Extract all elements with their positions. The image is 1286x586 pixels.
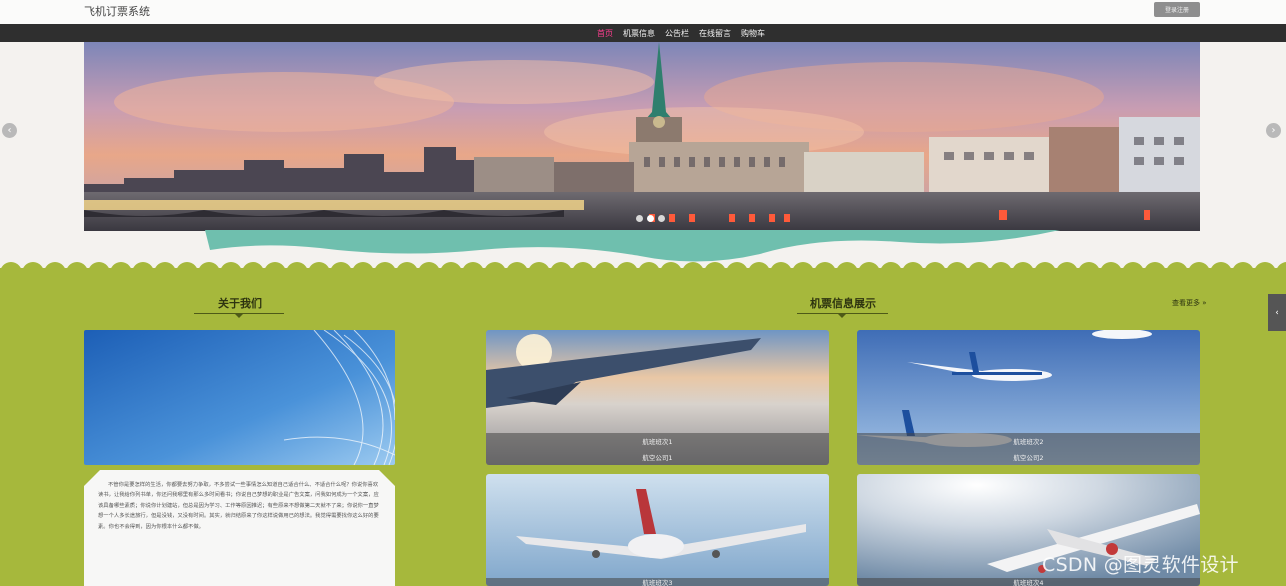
ticket-name: 航班班次1 <box>642 438 673 446</box>
about-title: 关于我们 <box>218 297 262 310</box>
carousel-prev-button[interactable]: ‹ <box>2 123 17 138</box>
carousel-indicators <box>636 215 665 222</box>
carousel-next-button[interactable]: › <box>1266 123 1281 138</box>
scallop-border <box>0 262 1286 276</box>
ticket-name: 航班班次3 <box>642 579 673 586</box>
tickets-title: 机票信息展示 <box>810 297 876 310</box>
login-register-button[interactable]: 登录注册 <box>1154 2 1200 17</box>
divider-arrow <box>837 313 847 318</box>
nav-item-cart[interactable]: 购物车 <box>741 28 765 39</box>
chevron-right-icon: › <box>1271 125 1276 136</box>
carousel-dot[interactable] <box>658 215 665 222</box>
hero-carousel-image[interactable] <box>84 42 1200 231</box>
nav-item-notices[interactable]: 公告栏 <box>665 28 689 39</box>
ticket-company: 航空公司2 <box>1013 454 1044 462</box>
view-more-label: 查看更多 <box>1172 299 1200 307</box>
carousel-dot[interactable] <box>647 215 654 222</box>
about-image <box>84 330 395 465</box>
ticket-name: 航班班次2 <box>1013 438 1044 446</box>
chevron-left-icon: ‹ <box>7 125 12 136</box>
site-title: 飞机订票系统 <box>84 5 150 18</box>
main-nav: 首页 机票信息 公告栏 在线留言 购物车 <box>0 24 1286 42</box>
about-text: 不管你是要怎样的生活，你都要去努力争取，不多尝试一些事情怎么知道自己适合什么、不… <box>84 470 395 586</box>
ticket-card-image <box>486 474 829 586</box>
side-collapse-tab[interactable]: ‹ <box>1268 294 1286 331</box>
nav-item-tickets[interactable]: 机票信息 <box>623 28 655 39</box>
top-bar: 飞机订票系统 登录注册 <box>0 0 1286 24</box>
double-chevron-right-icon: » <box>1202 299 1207 307</box>
chevron-left-icon: ‹ <box>1275 307 1279 318</box>
ticket-name: 航班班次4 <box>1013 579 1044 586</box>
carousel-dot[interactable] <box>636 215 643 222</box>
divider-arrow <box>234 313 244 318</box>
nav-item-home[interactable]: 首页 <box>597 28 613 39</box>
watermark: CSDN @图灵软件设计 <box>1042 554 1239 576</box>
nav-item-messages[interactable]: 在线留言 <box>699 28 731 39</box>
ticket-card[interactable]: 航班班次3 <box>486 474 829 586</box>
ticket-card[interactable]: 航班班次2 航空公司2 <box>857 330 1200 465</box>
ticket-card[interactable]: 航班班次1 航空公司1 <box>486 330 829 465</box>
ticket-company: 航空公司1 <box>642 454 673 462</box>
view-more-link[interactable]: 查看更多 » <box>1172 298 1207 308</box>
